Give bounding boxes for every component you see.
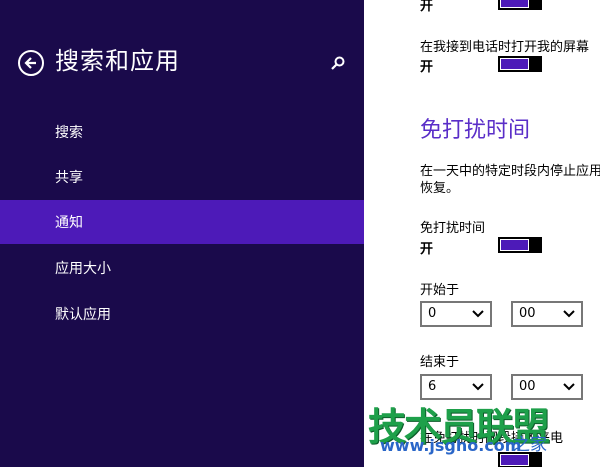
end-minute-value: 00 (519, 379, 536, 394)
sidebar-item-label: 搜索 (55, 125, 83, 141)
calls-during-quiet-hours-label: 在免打扰时间段接收来电 (420, 431, 564, 446)
screen-on-label: 在我接到电话时打开我的屏幕 (420, 40, 590, 55)
sidebar-item-default-apps[interactable]: 默认应用 (0, 292, 364, 336)
back-button[interactable] (18, 50, 44, 76)
start-minute-select[interactable]: 00 (511, 301, 583, 327)
back-arrow-icon (24, 57, 36, 69)
chevron-down-icon (472, 383, 484, 391)
settings-sidebar: 搜索和应用 搜索 共享 通知 应用大小 默认应用 (0, 0, 364, 467)
calls-during-quiet-hours-toggle[interactable] (498, 452, 542, 467)
page-title: 搜索和应用 (55, 47, 180, 75)
end-hour-select[interactable]: 6 (420, 374, 492, 400)
sidebar-item-label: 默认应用 (55, 307, 111, 323)
start-hour-select[interactable]: 0 (420, 301, 492, 327)
end-minute-select[interactable]: 00 (511, 374, 583, 400)
sidebar-item-app-sizes[interactable]: 应用大小 (0, 246, 364, 290)
end-hour-value: 6 (428, 379, 437, 394)
search-icon[interactable] (330, 55, 346, 75)
sidebar-item-label: 共享 (55, 170, 83, 186)
quiet-hours-toggle[interactable] (498, 237, 542, 253)
end-label: 结束于 (420, 355, 460, 370)
sidebar-item-notifications[interactable]: 通知 (0, 200, 364, 244)
settings-content: 开 在我接到电话时打开我的屏幕 开 免打扰时间 在一天中的特定时段内停止应用 恢… (364, 0, 600, 467)
sidebar-item-label: 应用大小 (55, 261, 111, 277)
quiet-hours-state: 开 (420, 242, 434, 257)
chevron-down-icon (472, 310, 484, 318)
chevron-down-icon (563, 310, 575, 318)
quiet-hours-label: 免打扰时间 (420, 221, 486, 236)
sidebar-item-share[interactable]: 共享 (0, 155, 364, 199)
start-label: 开始于 (420, 283, 460, 298)
chevron-down-icon (563, 383, 575, 391)
quiet-hours-heading: 免打扰时间 (420, 118, 531, 143)
start-minute-value: 00 (519, 306, 536, 321)
top-toggle[interactable] (498, 0, 542, 10)
start-hour-value: 0 (428, 306, 437, 321)
sidebar-item-label: 通知 (55, 215, 83, 231)
quiet-hours-description-2: 恢复。 (420, 181, 460, 196)
screen-on-state: 开 (420, 60, 434, 75)
screen-on-toggle[interactable] (498, 56, 542, 72)
sidebar-item-search[interactable]: 搜索 (0, 110, 364, 154)
top-toggle-state: 开 (420, 0, 434, 14)
